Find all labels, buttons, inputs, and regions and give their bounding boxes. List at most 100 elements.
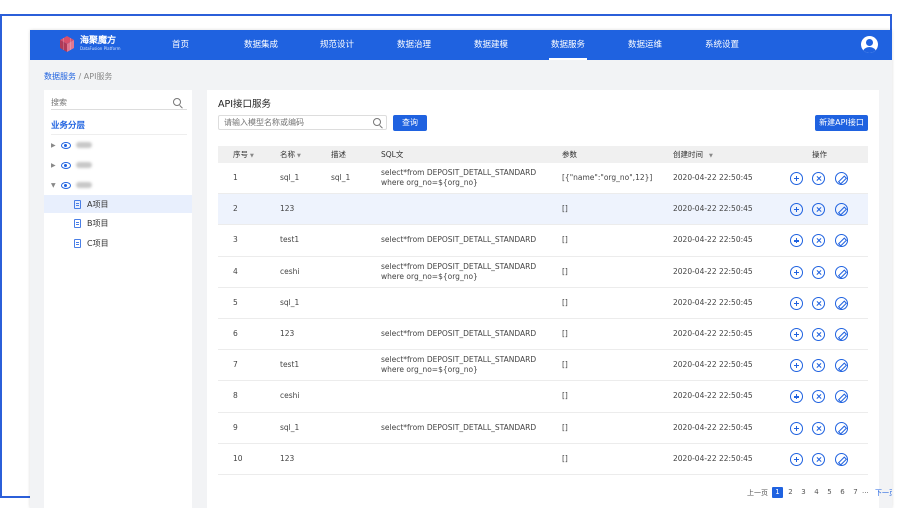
delete-circle-icon[interactable] (812, 265, 825, 279)
cell-created-time: 2020-04-22 22:50:45 (673, 360, 753, 370)
add-circle-icon[interactable] (790, 327, 803, 341)
frame-bottom-border (0, 496, 30, 498)
nav-data-ops[interactable]: 数据运维 (628, 30, 662, 60)
query-button[interactable]: 查询 (393, 115, 427, 131)
col-no[interactable]: 序号 ▼ (233, 146, 254, 163)
chevron-down-icon[interactable]: ▼ (51, 182, 59, 189)
tree-leaf-label: B项目 (87, 218, 109, 228)
chevron-right-icon[interactable]: ▶ (51, 142, 59, 149)
table-row[interactable]: 7 test1 select*from DEPOSIT_DETALL_STANDAR… (218, 350, 868, 382)
cell-no: 8 (233, 391, 238, 401)
add-circle-icon[interactable] (790, 172, 803, 185)
table-header: 序号 ▼ 名称 ▼ 描述 SQL文 参数 创建时间 ▼ 操作 (218, 146, 868, 163)
delete-circle-icon[interactable] (812, 296, 825, 310)
edit-circle-icon[interactable] (835, 327, 848, 341)
table-row[interactable]: 3 test1 select*from DEPOSIT_DETALL_STANDAR… (218, 225, 868, 257)
add-circle-icon[interactable] (790, 452, 803, 466)
edit-circle-icon[interactable] (835, 203, 848, 217)
add-circle-icon[interactable] (790, 296, 803, 310)
cell-sql-line2: where org_no=${org_no} (381, 178, 478, 187)
add-circle-icon[interactable] (790, 234, 803, 248)
cell-sql-line1: select*from DEPOSIT_DETALL_STANDARD (381, 422, 537, 432)
eye-icon (61, 181, 71, 189)
nav-data-modeling[interactable]: 数据建模 (474, 30, 508, 60)
add-circle-icon[interactable] (790, 359, 803, 373)
page-4[interactable]: 4 (811, 487, 822, 498)
col-sql: SQL文 (381, 150, 404, 159)
nav-system-settings[interactable]: 系统设置 (705, 30, 739, 60)
edit-circle-icon[interactable] (835, 172, 848, 185)
logo[interactable]: 海聚魔方 DataFusion Platform (58, 35, 121, 53)
top-header: 海聚魔方 DataFusion Platform 首页 数据集成 规范设计 数据… (30, 30, 892, 60)
add-circle-icon[interactable] (790, 421, 803, 435)
sidebar-search-input[interactable] (51, 95, 171, 109)
cell-params: [] (562, 422, 568, 432)
tree-leaf-label: C项目 (87, 238, 109, 248)
tree-node-2[interactable]: ▶ (51, 158, 92, 172)
tree-leaf-c[interactable]: C项目 (44, 234, 192, 252)
sort-icon[interactable]: ▼ (297, 153, 301, 159)
edit-circle-icon[interactable] (835, 265, 848, 279)
page-5[interactable]: 5 (824, 487, 835, 498)
delete-circle-icon[interactable] (812, 390, 825, 404)
delete-circle-icon[interactable] (812, 421, 825, 435)
chevron-right-icon[interactable]: ▶ (51, 162, 59, 169)
nav-data-service[interactable]: 数据服务 (548, 30, 588, 60)
edit-circle-icon[interactable] (835, 359, 848, 373)
table-row[interactable]: 8 ceshi [] 2020-04-22 22:50:45 (218, 381, 868, 413)
tree-leaf-a[interactable]: A项目 (44, 195, 192, 213)
edit-circle-icon[interactable] (835, 421, 848, 435)
logo-title: 海聚魔方 (80, 36, 117, 46)
table-row[interactable]: 10 123 [] 2020-04-22 22:50:45 (218, 444, 868, 475)
user-avatar-icon[interactable] (861, 36, 878, 53)
delete-circle-icon[interactable] (812, 359, 825, 373)
breadcrumb-link[interactable]: 数据服务 (44, 72, 76, 81)
delete-circle-icon[interactable] (812, 172, 825, 185)
cell-name: test1 (280, 360, 300, 370)
sort-icon[interactable]: ▼ (250, 153, 254, 159)
search-icon[interactable] (373, 118, 381, 126)
tree-node-1[interactable]: ▶ (51, 138, 92, 152)
tree-node-3[interactable]: ▼ (51, 178, 92, 192)
nav-home[interactable]: 首页 (172, 30, 189, 60)
edit-circle-icon[interactable] (835, 390, 848, 404)
page-2[interactable]: 2 (785, 487, 796, 498)
delete-circle-icon[interactable] (812, 452, 825, 466)
edit-circle-icon[interactable] (835, 296, 848, 310)
col-no-label: 序号 (233, 150, 248, 159)
table-row[interactable]: 9 sql_1 select*from DEPOSIT_DETALL_STANDAR… (218, 413, 868, 444)
page-1[interactable]: 1 (772, 487, 783, 498)
table-row[interactable]: 2 123 [] 2020-04-22 22:50:45 (218, 194, 868, 226)
eye-icon (61, 161, 71, 169)
edit-circle-icon[interactable] (835, 452, 848, 466)
col-name[interactable]: 名称 ▼ (280, 146, 301, 163)
page-3[interactable]: 3 (798, 487, 809, 498)
prev-page[interactable]: 上一页 (747, 487, 768, 499)
nav-data-governance[interactable]: 数据治理 (397, 30, 431, 60)
tree-leaf-b[interactable]: B项目 (44, 214, 192, 232)
table-row[interactable]: 6 123 select*from DEPOSIT_DETALL_STANDARD [… (218, 319, 868, 351)
add-circle-icon[interactable] (790, 390, 803, 404)
add-circle-icon[interactable] (790, 203, 803, 217)
table-row[interactable]: 1 sql_1 sql_1 select*from DEPOSIT_DETALL_ST… (218, 163, 868, 195)
model-search-input[interactable] (219, 116, 369, 129)
delete-circle-icon[interactable] (812, 234, 825, 248)
sort-icon[interactable]: ▼ (709, 153, 713, 159)
nav-data-integration[interactable]: 数据集成 (244, 30, 278, 60)
table-row[interactable]: 5 sql_1 [] 2020-04-22 22:50:45 (218, 288, 868, 319)
search-icon[interactable] (173, 98, 181, 106)
page-7[interactable]: 7 (850, 487, 861, 498)
cell-name: ceshi (280, 391, 300, 401)
col-created-time[interactable]: 创建时间 ▼ (673, 146, 713, 163)
cell-created-time: 2020-04-22 22:50:45 (673, 235, 753, 245)
page-6[interactable]: 6 (837, 487, 848, 498)
cell-no: 10 (233, 453, 243, 463)
cell-name: ceshi (280, 266, 300, 276)
new-api-button[interactable]: 新建API接口 (815, 115, 868, 131)
delete-circle-icon[interactable] (812, 327, 825, 341)
table-row[interactable]: 4 ceshi select*from DEPOSIT_DETALL_STANDAR… (218, 257, 868, 288)
add-circle-icon[interactable] (790, 265, 803, 279)
nav-spec-design[interactable]: 规范设计 (320, 30, 354, 60)
delete-circle-icon[interactable] (812, 203, 825, 217)
edit-circle-icon[interactable] (835, 234, 848, 248)
